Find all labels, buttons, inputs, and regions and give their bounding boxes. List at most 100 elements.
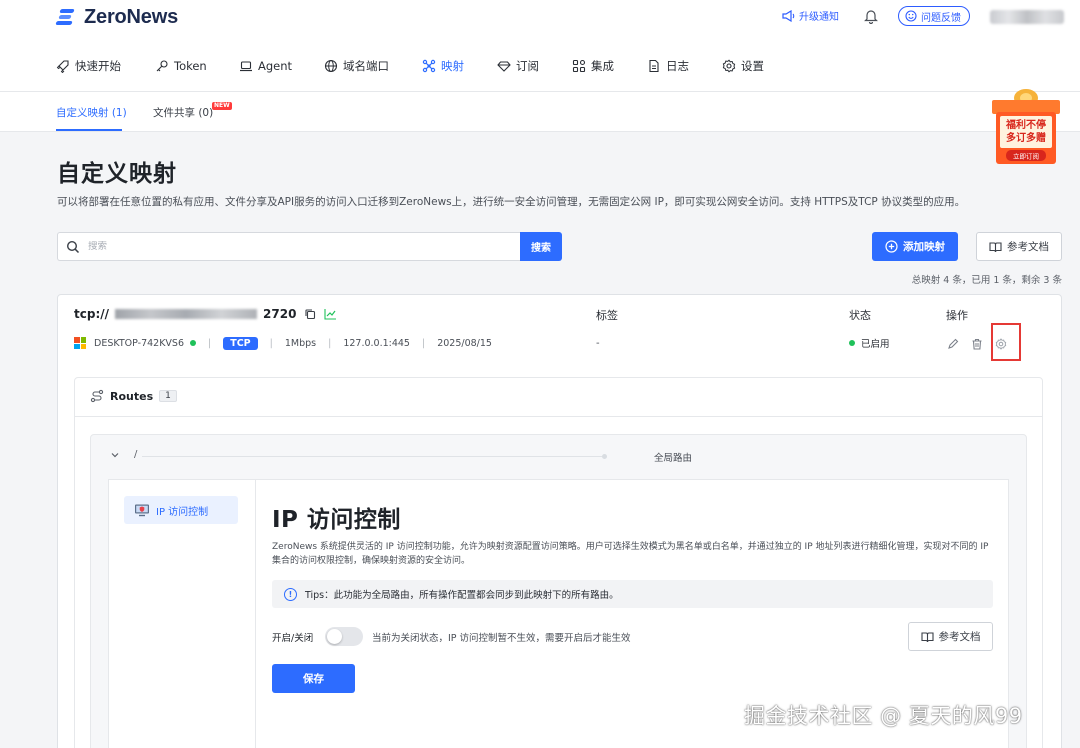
watermark: 掘金技术社区 @ 夏天的风99 bbox=[744, 704, 1023, 728]
monitor-shield-icon bbox=[135, 504, 149, 517]
protocol-badge: TCP bbox=[223, 336, 258, 350]
highlight-annotation bbox=[991, 323, 1021, 361]
status-dot bbox=[849, 340, 855, 346]
new-badge: NEW bbox=[212, 102, 232, 110]
url-prefix: tcp:// bbox=[74, 307, 110, 321]
tag-value: - bbox=[596, 338, 600, 349]
url-host-redacted bbox=[115, 309, 258, 319]
mapping-quota-summary: 总映射 4 条，已用 1 条，剩余 3 条 bbox=[911, 275, 1062, 286]
ip-docs-button[interactable]: 参考文档 bbox=[908, 622, 993, 651]
route-scope: 全局路由 bbox=[654, 453, 693, 464]
nav-label: 集成 bbox=[591, 59, 614, 73]
ip-docs-label: 参考文档 bbox=[938, 631, 981, 643]
bell-icon[interactable] bbox=[864, 8, 878, 24]
laptop-icon bbox=[240, 61, 252, 72]
promo-cta: 立即订阅 bbox=[1013, 152, 1039, 161]
nav-item-agent[interactable]: Agent bbox=[239, 56, 292, 76]
target-address: 127.0.0.1:445 bbox=[343, 337, 410, 349]
promo-gift-banner[interactable]: 福利不停 多订多赠 立即订阅 bbox=[988, 82, 1064, 168]
column-status-header: 状态 bbox=[849, 309, 871, 322]
windows-icon bbox=[74, 337, 86, 349]
agent-name: DESKTOP-742KVS6 bbox=[94, 337, 185, 349]
apps-icon bbox=[572, 59, 586, 73]
ip-control-toggle[interactable] bbox=[325, 627, 363, 646]
ip-control-title: IP 访问控制 bbox=[272, 507, 401, 533]
search-button[interactable]: 搜索 bbox=[520, 232, 562, 261]
nav-label: Token bbox=[174, 59, 207, 73]
docs-label: 参考文档 bbox=[1007, 241, 1049, 253]
page-description: 可以将部署在任意位置的私有应用、文件分享及API服务的访问入口迁移到ZeroNe… bbox=[57, 196, 966, 208]
feedback-button[interactable]: 问题反馈 bbox=[898, 6, 970, 26]
nav-item-mapping[interactable]: 映射 bbox=[422, 56, 464, 76]
status-label: 已启用 bbox=[861, 339, 890, 350]
docs-button[interactable]: 参考文档 bbox=[976, 232, 1062, 261]
search-icon bbox=[66, 240, 80, 253]
nav-label: 设置 bbox=[741, 59, 764, 73]
upgrade-notice-link[interactable]: 升级通知 bbox=[782, 8, 839, 23]
tips-banner: ! Tips：此功能为全局路由，所有操作配置都会同步到此映射下的所有路由。 bbox=[272, 580, 993, 608]
trash-icon[interactable] bbox=[970, 337, 984, 351]
nav-item-quickstart[interactable]: 快速开始 bbox=[56, 56, 121, 76]
nav-item-integrations[interactable]: 集成 bbox=[572, 56, 614, 76]
url-port: 2720 bbox=[263, 307, 297, 321]
tips-text: Tips：此功能为全局路由，所有操作配置都会同步到此映射下的所有路由。 bbox=[305, 590, 619, 601]
route-divider-line bbox=[142, 456, 606, 457]
nav-item-subscription[interactable]: 订阅 bbox=[497, 56, 539, 76]
tab-file-sharing[interactable]: 文件共享 (0) bbox=[153, 105, 213, 120]
brand[interactable]: ZeroNews bbox=[55, 6, 178, 28]
copy-icon[interactable] bbox=[304, 308, 316, 320]
megaphone-icon bbox=[782, 9, 795, 22]
nav-label: 映射 bbox=[441, 59, 464, 73]
mapping-icon bbox=[422, 59, 436, 73]
route-path: / bbox=[134, 449, 138, 460]
feedback-label: 问题反馈 bbox=[921, 12, 961, 24]
upgrade-notice-label: 升级通知 bbox=[799, 12, 839, 23]
nav-item-domains[interactable]: 域名端口 bbox=[324, 56, 389, 76]
promo-line1: 福利不停 bbox=[1005, 118, 1046, 131]
routes-count: 1 bbox=[159, 390, 177, 402]
sidebar-item-label: IP 访问控制 bbox=[156, 506, 209, 518]
key-icon bbox=[156, 60, 168, 72]
book-icon bbox=[989, 241, 1002, 252]
book-icon bbox=[920, 631, 934, 642]
nav-label: Agent bbox=[258, 59, 293, 73]
mapping-url: tcp:// 2720 bbox=[74, 307, 337, 321]
search-box bbox=[57, 232, 520, 261]
nav-item-token[interactable]: Token bbox=[155, 56, 207, 76]
nav-label: 快速开始 bbox=[75, 59, 121, 73]
toggle-hint: 当前为关闭状态，IP 访问控制暂不生效，需要开启后才能生效 bbox=[372, 633, 631, 644]
diamond-icon bbox=[497, 61, 511, 72]
route-icon bbox=[90, 389, 104, 403]
document-icon bbox=[649, 59, 659, 73]
chevron-down-icon[interactable] bbox=[110, 450, 120, 460]
nav-item-logs[interactable]: 日志 bbox=[647, 56, 689, 76]
nav-item-settings[interactable]: 设置 bbox=[722, 56, 764, 76]
info-icon: ! bbox=[284, 587, 297, 601]
promo-line2: 多订多赠 bbox=[1006, 131, 1046, 144]
status-indicator: 已启用 bbox=[849, 336, 890, 350]
chart-icon[interactable] bbox=[324, 308, 337, 320]
sidebar-item-ip-access-control[interactable]: IP 访问控制 bbox=[124, 496, 238, 524]
save-button[interactable]: 保存 bbox=[272, 664, 355, 693]
edit-icon[interactable] bbox=[946, 337, 960, 351]
toggle-label: 开启/关闭 bbox=[272, 633, 314, 644]
search-input[interactable] bbox=[88, 241, 488, 252]
smile-icon bbox=[905, 10, 917, 22]
ip-control-description: ZeroNews 系统提供灵活的 IP 访问控制功能，允许为映射资源配置访问策略… bbox=[272, 542, 989, 566]
globe-icon bbox=[324, 59, 338, 73]
plus-circle-icon bbox=[885, 240, 898, 253]
routes-title: Routes bbox=[110, 389, 154, 403]
mapping-info-row: DESKTOP-742KVS6 | TCP | 1Mbps | 127.0.0.… bbox=[74, 335, 492, 351]
zeronews-logo-icon bbox=[55, 8, 78, 26]
agent-online-dot bbox=[190, 340, 197, 346]
routes-divider bbox=[74, 416, 1043, 417]
route-header[interactable]: / bbox=[110, 449, 137, 460]
column-tags-header: 标签 bbox=[596, 309, 618, 322]
add-mapping-label: 添加映射 bbox=[903, 241, 945, 253]
bandwidth: 1Mbps bbox=[284, 337, 317, 349]
user-account-redacted[interactable] bbox=[990, 10, 1064, 24]
nav-label: 订阅 bbox=[516, 59, 539, 73]
add-mapping-button[interactable]: 添加映射 bbox=[872, 232, 958, 261]
tab-custom-mapping[interactable]: 自定义映射 (1) bbox=[56, 105, 127, 120]
column-ops-header: 操作 bbox=[946, 309, 968, 322]
